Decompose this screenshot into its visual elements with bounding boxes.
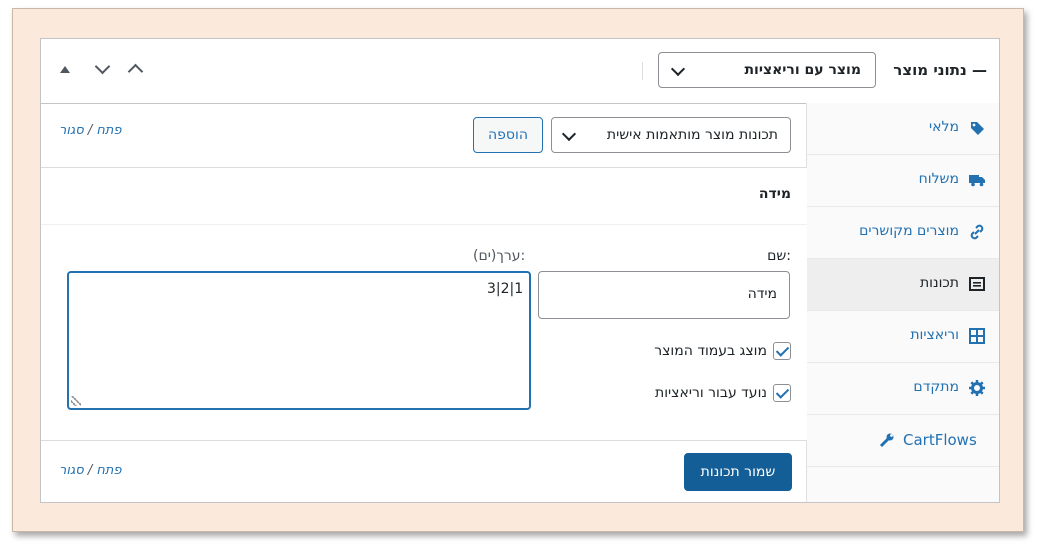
expand-close-links: פתח / סגור — [59, 123, 122, 138]
used-for-variations-checkbox[interactable] — [773, 384, 791, 402]
chevron-down-icon — [561, 126, 577, 142]
product-type-select[interactable]: מוצר עם וריאציות — [658, 52, 876, 88]
expand-link[interactable]: פתח — [96, 463, 121, 478]
panel-header: נתוני מוצר — מוצר עם וריאציות — [41, 39, 999, 104]
grid-icon — [969, 328, 985, 344]
list-icon — [969, 276, 985, 292]
link-separator: / — [87, 123, 93, 138]
tab-label: CartFlows — [903, 431, 977, 449]
attributes-panel: תכונות מוצר מותאמות אישית הוספה פתח / סג… — [41, 103, 807, 502]
tab-advanced[interactable]: מתקדם — [807, 363, 999, 415]
wrench-icon — [879, 432, 895, 448]
tab-linked-products[interactable]: מוצרים מקושרים — [807, 207, 999, 259]
attribute-name-input[interactable]: מידה — [538, 271, 790, 319]
attribute-name-value: מידה — [747, 286, 777, 302]
product-data-panel: נתוני מוצר — מוצר עם וריאציות מלאי משלוח — [40, 38, 1000, 503]
custom-attribute-select[interactable]: תכונות מוצר מותאמות אישית — [551, 117, 791, 153]
custom-attribute-value: תכונות מוצר מותאמות אישית — [606, 127, 778, 143]
attribute-box: מידה שם: ערך(ים): מידה 3|2|1 מוצג בעמוד … — [41, 167, 807, 441]
save-attributes-button[interactable]: שמור תכונות — [684, 453, 792, 491]
move-up-icon[interactable] — [127, 63, 144, 80]
header-divider — [642, 62, 643, 80]
close-link[interactable]: סגור — [59, 463, 84, 478]
tab-label: מתקדם — [913, 379, 959, 395]
visible-on-product-row: מוצג בעמוד המוצר — [591, 342, 791, 362]
expand-link[interactable]: פתח — [96, 123, 121, 138]
attribute-box-header[interactable]: מידה — [41, 168, 807, 225]
tab-attributes[interactable]: תכונות — [807, 259, 999, 311]
resize-handle-icon[interactable] — [71, 396, 81, 406]
attribute-values-textarea[interactable]: 3|2|1 — [67, 271, 531, 410]
tab-shipping[interactable]: משלוח — [807, 155, 999, 207]
values-label: ערך(ים): — [473, 248, 526, 264]
chevron-down-icon — [670, 61, 686, 77]
name-label: שם: — [767, 248, 791, 264]
attribute-title: מידה — [758, 186, 791, 202]
gear-icon — [969, 380, 985, 396]
tab-cartflows[interactable]: CartFlows — [807, 415, 999, 467]
product-data-tabs: מלאי משלוח מוצרים מקושרים תכונות וריאציו… — [806, 103, 999, 502]
visible-on-product-label: מוצג בעמוד המוצר — [654, 343, 767, 359]
used-for-variations-row: נועד עבור וריאציות — [591, 384, 791, 404]
tab-label: מוצרים מקושרים — [859, 223, 959, 239]
toggle-panel-icon[interactable] — [60, 66, 70, 73]
tab-variations[interactable]: וריאציות — [807, 311, 999, 363]
used-for-variations-label: נועד עבור וריאציות — [655, 385, 767, 401]
tab-label: וריאציות — [910, 327, 959, 343]
expand-close-links: פתח / סגור — [59, 463, 122, 478]
tab-inventory[interactable]: מלאי — [807, 103, 999, 155]
product-type-value: מוצר עם וריאציות — [744, 62, 861, 78]
tag-icon — [969, 120, 985, 136]
attribute-values-value: 3|2|1 — [487, 281, 524, 297]
link-separator: / — [87, 463, 93, 478]
tab-label: תכונות — [919, 275, 959, 291]
close-link[interactable]: סגור — [59, 123, 84, 138]
attributes-footer: שמור תכונות פתח / סגור — [41, 439, 807, 502]
tab-label: מלאי — [929, 119, 959, 135]
link-icon — [969, 224, 985, 240]
add-attribute-button[interactable]: הוספה — [473, 117, 543, 153]
panel-title: נתוני מוצר — — [893, 61, 987, 79]
attributes-toolbar: תכונות מוצר מותאמות אישית הוספה פתח / סג… — [41, 103, 807, 167]
visible-on-product-checkbox[interactable] — [773, 342, 791, 360]
move-down-icon[interactable] — [94, 58, 111, 75]
truck-icon — [969, 172, 985, 188]
tab-label: משלוח — [918, 171, 959, 187]
